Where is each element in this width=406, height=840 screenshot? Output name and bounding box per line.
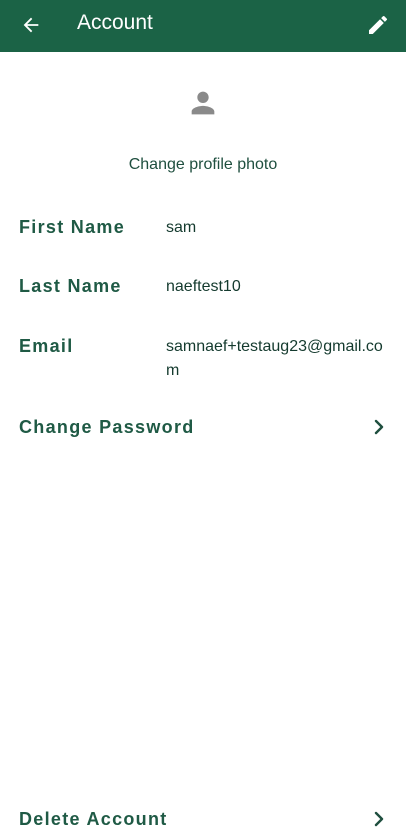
change-profile-photo-link[interactable]: Change profile photo [0,155,406,175]
chevron-right-icon [374,811,384,827]
last-name-label: Last Name [19,276,122,296]
arrow-left-icon [23,17,39,33]
change-password-row[interactable]: Change Password [0,407,406,447]
page-title: Account [77,11,153,34]
change-password-label: Change Password [19,417,195,437]
pencil-icon [369,15,388,35]
back-button[interactable] [14,8,48,42]
email-value: samnaef+testaug23@gmail.com [166,338,383,379]
chevron-right-icon [374,419,384,435]
first-name-label: First Name [19,217,126,237]
email-label: Email [19,336,74,356]
edit-button[interactable] [362,9,394,41]
app-bar: Account [0,0,406,52]
delete-account-label: Delete Account [19,809,168,829]
last-name-value: naeftest10 [166,278,241,295]
delete-account-row[interactable]: Delete Account [0,799,406,839]
first-name-value: sam [166,219,197,236]
person-icon[interactable] [186,86,220,120]
